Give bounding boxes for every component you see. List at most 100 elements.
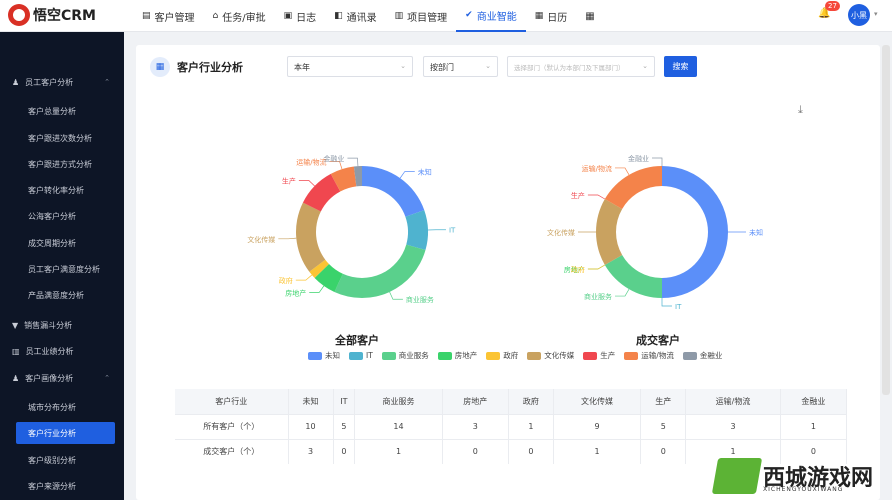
label-line <box>298 180 315 187</box>
slice-label: 生产 <box>571 191 585 200</box>
sidebar-group-label: 员工业绩分析 <box>25 346 74 356</box>
nav-item-0[interactable]: ▤ 客户管理 <box>133 0 204 32</box>
donut-slice-文化传媒[interactable] <box>596 199 623 265</box>
download-icon[interactable]: ⤓ <box>798 103 803 117</box>
legend-item[interactable]: 金融业 <box>682 350 723 361</box>
legend-label: 文化传媒 <box>544 351 575 360</box>
slice-label: 金融业 <box>628 154 649 163</box>
sidebar-item[interactable]: 公海客户分析 <box>0 205 124 227</box>
slice-label: 生产 <box>282 176 296 185</box>
chart-title-deal: 成交客户 <box>636 334 680 347</box>
nav-item-6[interactable]: ▦ 日历 <box>526 0 577 32</box>
slice-label: 金融业 <box>323 154 344 163</box>
legend-swatch <box>486 351 501 360</box>
table-cell: 14 <box>354 413 443 439</box>
legend-item[interactable]: 生产 <box>583 350 615 361</box>
table-cell: 1 <box>553 438 642 464</box>
legend-item[interactable]: 未知 <box>308 350 340 361</box>
legend-item[interactable]: 商业服务 <box>381 350 429 361</box>
sidebar-item[interactable]: 客户跟进次数分析 <box>0 127 124 149</box>
donut-slice-未知[interactable] <box>362 166 425 217</box>
sidebar-item[interactable]: 客户来源分析 <box>0 475 124 497</box>
slice-label: 政府 <box>571 265 585 274</box>
donut-slice-未知[interactable] <box>662 166 728 298</box>
sidebar-item[interactable]: 成交周期分析 <box>0 232 124 254</box>
sidebar-group-1[interactable]: ▼ 销售漏斗分析 <box>0 314 124 336</box>
donut-slice-商业服务[interactable] <box>604 255 662 298</box>
nav-item-4[interactable]: ▥ 项目管理 <box>386 0 457 32</box>
customer-icon: ▤ <box>142 11 151 21</box>
nav-label: 通讯录 <box>346 12 377 24</box>
avatar[interactable]: 小黑 <box>848 4 870 26</box>
watermark-sub: XICHENGYOUXIWANG <box>763 486 844 493</box>
sidebar-item[interactable]: 客户转化率分析 <box>0 179 124 201</box>
table-cell: 1 <box>508 413 554 439</box>
period-select[interactable]: 本年 ⌄ <box>287 56 413 77</box>
logo[interactable]: 悟空CRM <box>8 4 96 26</box>
label-line <box>295 274 313 281</box>
legend-item[interactable]: 房地产 <box>437 350 477 361</box>
sidebar-group-2[interactable]: ▥ 员工业绩分析 <box>0 340 124 362</box>
legend-label: 金融业 <box>699 351 723 360</box>
nav-item-2[interactable]: ▣ 日志 <box>275 0 326 32</box>
nav-item-5[interactable]: ✔ 商业智能 <box>456 0 526 32</box>
legend-swatch <box>682 351 697 360</box>
table-cell: 1 <box>354 438 443 464</box>
label-line <box>278 237 297 240</box>
nav-label: 日历 <box>547 12 568 24</box>
sidebar-item[interactable]: 客户总量分析 <box>0 100 124 122</box>
label-line <box>399 171 415 179</box>
nav-item-1[interactable]: ⌂ 任务/审批 <box>204 0 275 32</box>
sidebar-item[interactable]: 客户级别分析 <box>0 449 124 471</box>
legend-label: 政府 <box>503 351 519 360</box>
page-title: 客户行业分析 <box>177 61 243 74</box>
sidebar: ♟ 员工客户分析 ⌃ 客户总量分析 客户跟进次数分析 客户跟进方式分析 客户转化率分析 公海客… <box>0 32 124 500</box>
nav-label: 商业智能 <box>476 11 517 23</box>
table-row: 所有客户（个） 10 5 14 3 1 9 5 3 1 <box>175 413 848 439</box>
search-button[interactable]: 搜索 <box>664 56 697 77</box>
sidebar-item[interactable]: 客户跟进方式分析 <box>0 153 124 175</box>
nav-label: 项目管理 <box>407 12 448 24</box>
sidebar-item[interactable]: 客户行业分析 <box>16 422 115 444</box>
donut-slice-IT[interactable] <box>405 210 428 251</box>
legend-swatch <box>349 351 363 360</box>
chevron-up-icon: ⌃ <box>104 374 110 382</box>
bi-icon: ✔ <box>465 10 473 20</box>
nav-item-3[interactable]: ◧ 通讯录 <box>325 0 386 32</box>
apps-grid-icon[interactable]: ▦ <box>576 0 603 32</box>
column-header: IT <box>333 389 356 414</box>
chevron-down-icon[interactable]: ▾ <box>874 10 878 18</box>
scrollbar[interactable] <box>882 45 890 395</box>
sidebar-group-3[interactable]: ♟ 客户画像分析 ⌃ <box>0 367 124 389</box>
table-cell: 9 <box>553 413 642 439</box>
table-cell: 0 <box>333 438 356 464</box>
sidebar-item[interactable]: 产品满意度分析 <box>0 284 124 306</box>
table-cell: 0 <box>508 438 554 464</box>
sidebar-group-label: 客户画像分析 <box>25 373 74 383</box>
legend-item[interactable]: IT <box>349 350 373 361</box>
scope-select[interactable]: 按部门 ⌄ <box>423 56 498 77</box>
industry-table: 客户行业 未知 IT 商业服务 房地产 政府 文化传媒 生产 运输/物流 金融业 所有客户（个） 1… <box>175 389 848 464</box>
top-bar: 悟空CRM ▤ 客户管理 ⌂ 任务/审批 ▣ 日志 ◧ 通讯录 ▥ 项目管理 ✔ 商业智能 ▦ 日历 ▦ 🔔… <box>0 0 892 32</box>
task-icon: ⌂ <box>212 11 219 21</box>
legend-item[interactable]: 文化传媒 <box>527 350 574 361</box>
donut-slice-文化传媒[interactable] <box>296 202 326 272</box>
donut-slice-运输/物流[interactable] <box>604 166 662 209</box>
period-value: 本年 <box>294 63 310 72</box>
sidebar-item[interactable]: 员工客户满意度分析 <box>0 258 124 280</box>
legend-label: 未知 <box>325 351 340 360</box>
donut-slice-商业服务[interactable] <box>334 244 426 298</box>
legend-item[interactable]: 政府 <box>486 350 518 361</box>
table-cell: 5 <box>333 413 356 439</box>
slice-label: 文化传媒 <box>547 228 575 237</box>
department-select[interactable]: 选择部门（默认为本部门及下属部门） ⌄ <box>507 56 655 77</box>
column-header: 客户行业 <box>175 389 289 414</box>
table-cell: 成交客户（个） <box>175 438 289 464</box>
sidebar-group-0[interactable]: ♟ 员工客户分析 ⌃ <box>0 71 124 93</box>
chart-title-all: 全部客户 <box>335 334 379 347</box>
table-cell: 10 <box>288 413 334 439</box>
sidebar-item[interactable]: 城市分布分析 <box>0 396 124 418</box>
column-header: 生产 <box>640 389 687 414</box>
legend-item[interactable]: 运输/物流 <box>624 350 674 361</box>
watermark-logo-icon <box>711 458 763 494</box>
